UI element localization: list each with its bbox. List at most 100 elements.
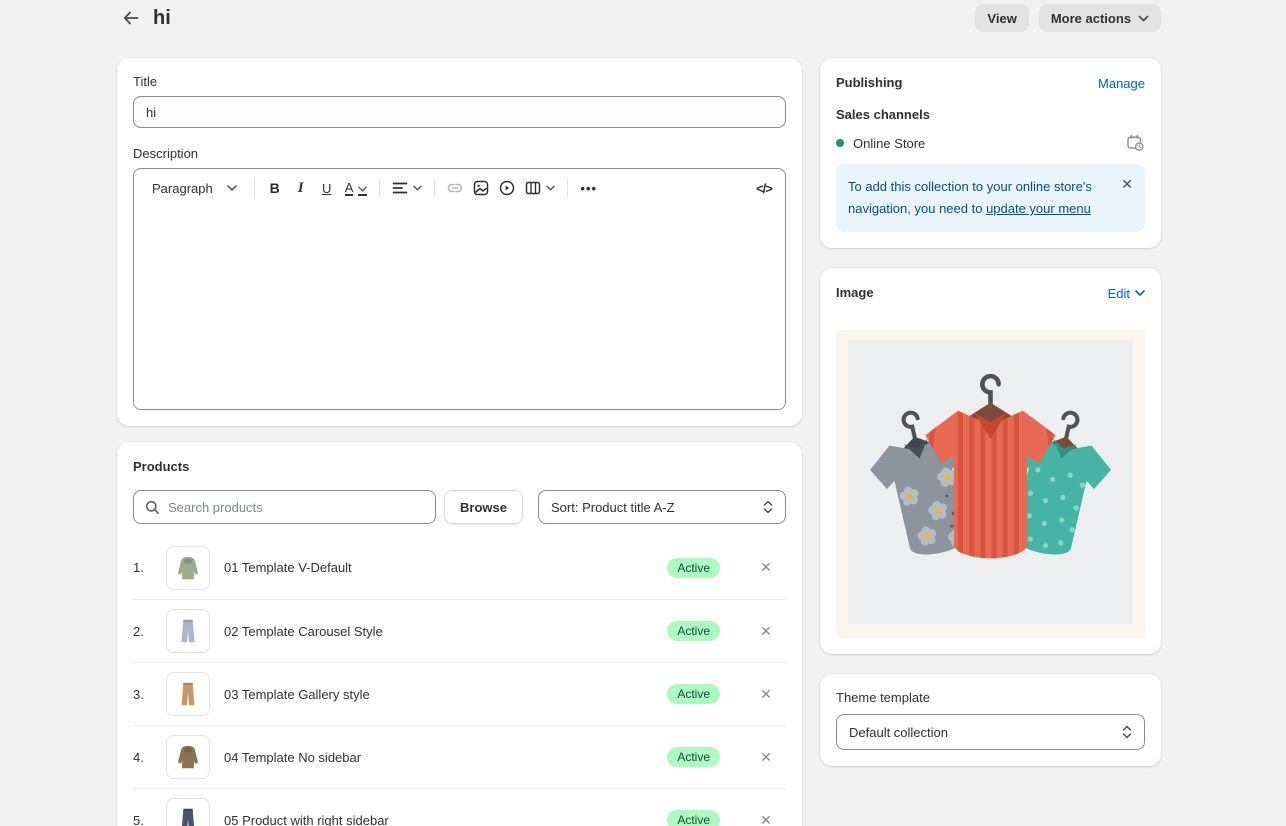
page-title: hi <box>153 7 171 30</box>
remove-product-button[interactable]: ✕ <box>752 554 780 582</box>
publishing-card: Publishing Manage Sales channels Online … <box>820 58 1161 248</box>
product-row: 5. 05 Product with right sidebar Active … <box>133 788 786 826</box>
theme-template-select[interactable]: Default collection <box>836 714 1145 750</box>
product-title: 02 Template Carousel Style <box>224 624 383 639</box>
title-input[interactable] <box>133 96 786 128</box>
select-caret-icon <box>763 500 773 514</box>
table-icon <box>525 180 541 196</box>
status-badge: Active <box>667 684 720 704</box>
status-badge: Active <box>667 558 720 578</box>
paragraph-style-dropdown[interactable]: Paragraph <box>142 175 247 201</box>
chevron-down-icon <box>1135 290 1145 296</box>
channel-name: Online Store <box>853 136 925 151</box>
description-editor-area[interactable] <box>134 207 785 409</box>
product-title: 01 Template V-Default <box>224 560 352 575</box>
editor-toolbar: Paragraph B I U A <box>134 169 785 207</box>
browse-button[interactable]: Browse <box>444 490 523 524</box>
theme-template-value: Default collection <box>849 725 948 740</box>
toolbar-divider <box>567 178 568 198</box>
schedule-publish-button[interactable] <box>1126 134 1145 152</box>
play-circle-icon <box>499 180 515 196</box>
close-icon: ✕ <box>760 623 772 639</box>
status-badge: Active <box>667 621 720 641</box>
remove-product-button[interactable]: ✕ <box>752 680 780 708</box>
manage-link[interactable]: Manage <box>1098 76 1145 91</box>
product-thumbnail <box>166 609 210 653</box>
product-row: 1. 01 Template V-Default Active ✕ <box>133 536 786 599</box>
product-thumbnail <box>166 735 210 779</box>
select-caret-icon <box>1122 725 1132 739</box>
image-icon <box>473 180 489 196</box>
description-label: Description <box>133 146 786 162</box>
back-button[interactable] <box>117 4 145 32</box>
title-label: Title <box>133 74 786 90</box>
chevron-down-icon <box>1138 15 1149 22</box>
calendar-clock-icon <box>1126 134 1145 152</box>
theme-template-card: Theme template Default collection <box>820 674 1161 766</box>
row-index: 4. <box>133 750 166 765</box>
banner-close-button[interactable]: ✕ <box>1113 176 1133 192</box>
products-controls: Browse Sort: Product title A-Z <box>133 490 786 524</box>
product-thumbnail <box>166 546 210 590</box>
italic-button[interactable]: I <box>288 175 314 201</box>
edit-image-button[interactable]: Edit <box>1108 286 1145 301</box>
product-search-box[interactable] <box>133 490 436 524</box>
toolbar-divider <box>379 178 380 198</box>
more-actions-button[interactable]: More actions <box>1039 4 1161 32</box>
remove-product-button[interactable]: ✕ <box>752 617 780 645</box>
product-row: 4. 04 Template No sidebar Active ✕ <box>133 725 786 788</box>
theme-template-label: Theme template <box>836 690 1145 706</box>
chevron-down-icon <box>358 181 367 196</box>
close-icon: ✕ <box>760 812 772 826</box>
more-formatting-button[interactable]: ••• <box>575 175 602 201</box>
insert-table-button[interactable] <box>520 175 560 201</box>
collection-image[interactable] <box>836 330 1145 638</box>
align-left-icon <box>392 181 408 195</box>
text-color-button[interactable]: A <box>340 175 373 201</box>
update-your-menu-link[interactable]: update your menu <box>986 201 1091 216</box>
product-thumbnail <box>166 672 210 716</box>
product-row: 2. 02 Template Carousel Style Active ✕ <box>133 599 786 662</box>
close-icon: ✕ <box>760 559 772 575</box>
row-index: 1. <box>133 560 166 575</box>
chevron-down-icon <box>546 185 555 191</box>
topbar: hi View More actions <box>0 0 1286 36</box>
product-row: 3. 03 Template Gallery style Active ✕ <box>133 662 786 725</box>
remove-product-button[interactable]: ✕ <box>752 806 780 826</box>
close-icon: ✕ <box>760 749 772 765</box>
search-products-input[interactable] <box>168 500 424 515</box>
show-html-button[interactable]: </> <box>751 175 777 201</box>
sort-select-value: Sort: Product title A-Z <box>551 500 675 515</box>
status-badge: Active <box>667 810 720 826</box>
insert-video-button[interactable] <box>494 175 520 201</box>
shirts-illustration <box>848 340 1133 624</box>
publishing-heading: Publishing <box>836 74 902 92</box>
row-index: 5. <box>133 813 166 826</box>
sort-select[interactable]: Sort: Product title A-Z <box>538 490 786 524</box>
channel-row: Online Store <box>836 134 1145 152</box>
chevron-down-icon <box>413 185 422 191</box>
title-description-card: Title Description Paragraph B I <box>117 58 802 426</box>
link-icon <box>447 180 463 196</box>
close-icon: ✕ <box>1121 176 1133 192</box>
row-index: 3. <box>133 687 166 702</box>
underline-button[interactable]: U <box>314 175 340 201</box>
info-banner: To add this collection to your online st… <box>836 164 1145 232</box>
close-icon: ✕ <box>760 686 772 702</box>
link-button[interactable] <box>442 175 468 201</box>
alignment-button[interactable] <box>387 175 427 201</box>
channel-status-dot <box>836 139 844 147</box>
products-card: Products Browse Sort: Product title A-Z <box>117 442 802 826</box>
view-button[interactable]: View <box>975 4 1028 32</box>
status-badge: Active <box>667 747 720 767</box>
product-title: 04 Template No sidebar <box>224 750 361 765</box>
product-thumbnail <box>166 798 210 826</box>
remove-product-button[interactable]: ✕ <box>752 743 780 771</box>
bold-button[interactable]: B <box>262 175 288 201</box>
insert-image-button[interactable] <box>468 175 494 201</box>
search-icon <box>145 500 160 515</box>
topbar-actions: View More actions <box>975 4 1161 32</box>
product-list: 1. 01 Template V-Default Active ✕ 2. 02 … <box>133 536 786 826</box>
image-card: Image Edit <box>820 268 1161 654</box>
rich-text-editor: Paragraph B I U A <box>133 168 786 410</box>
